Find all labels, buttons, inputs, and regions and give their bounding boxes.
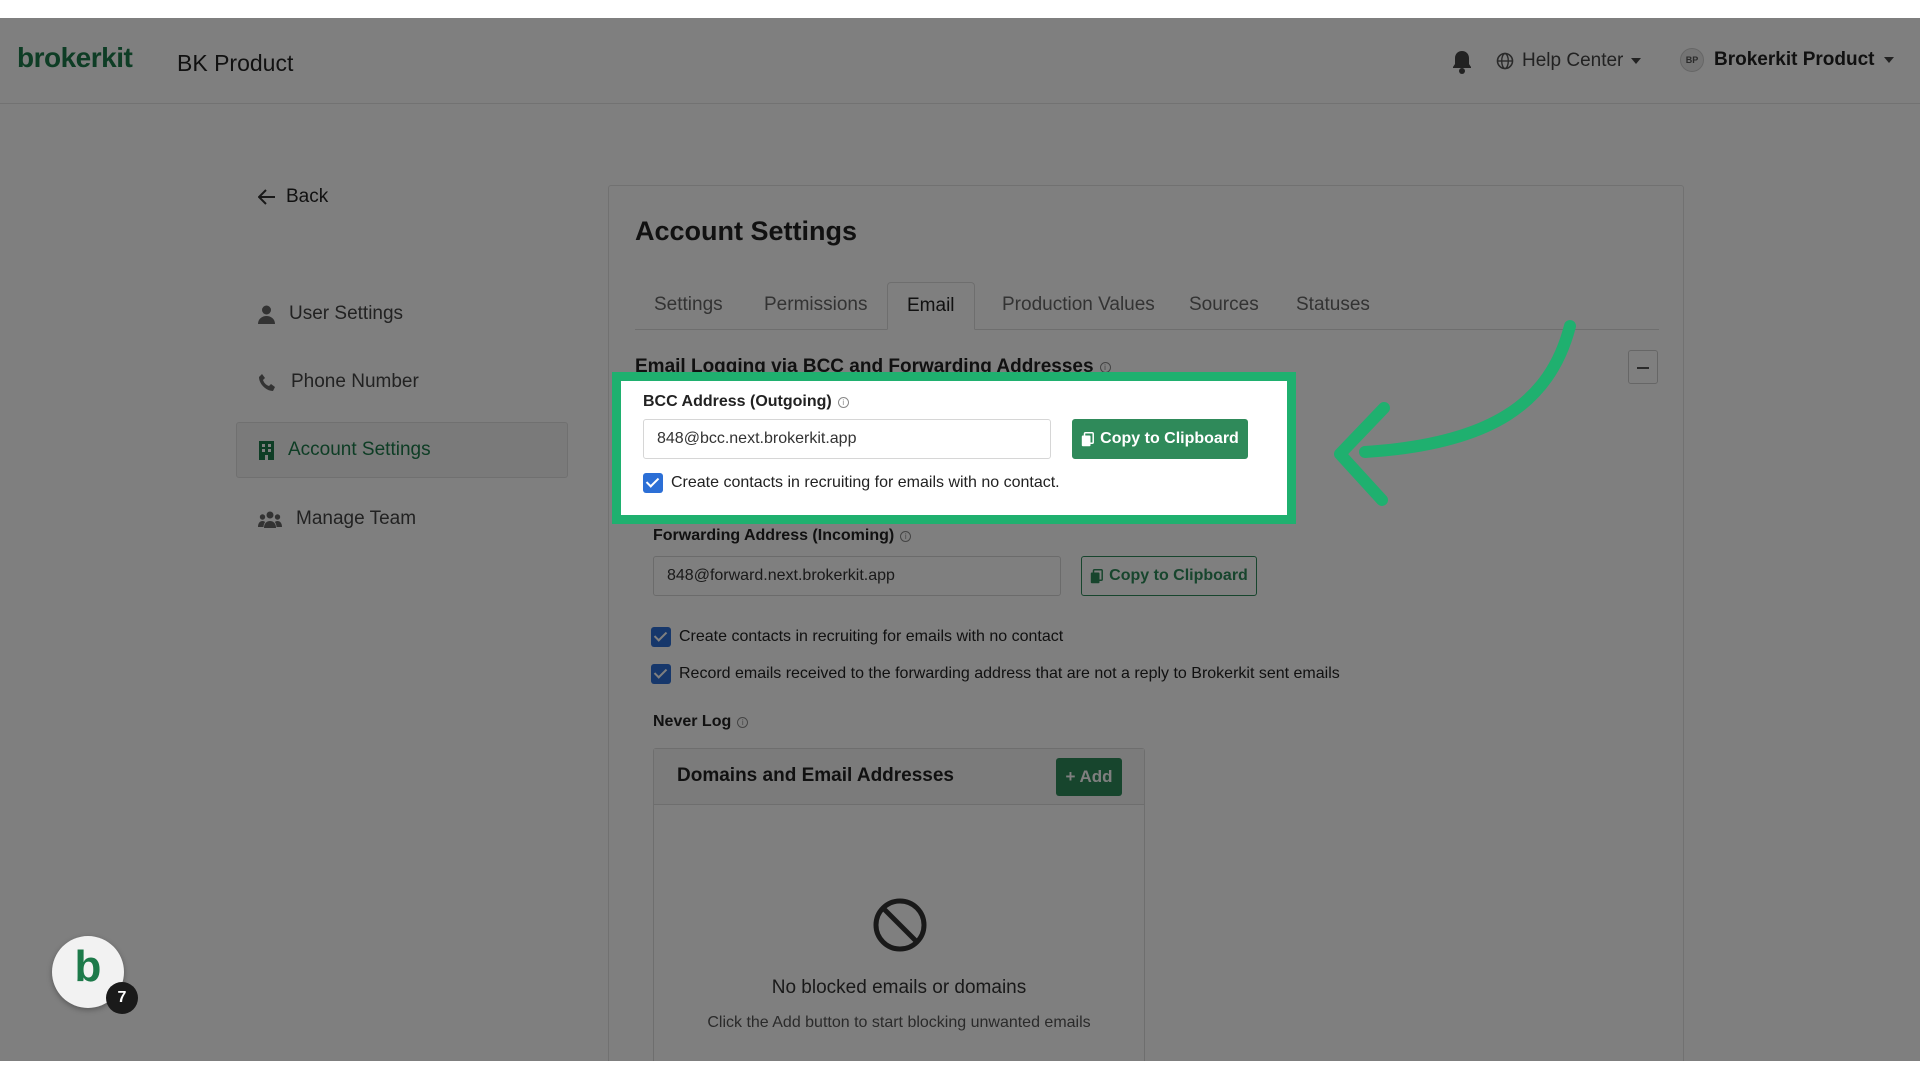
back-link[interactable]: Back: [258, 186, 328, 208]
forwarding-label-text: Forwarding Address (Incoming): [653, 527, 895, 544]
sidebar-item-label: Manage Team: [296, 508, 417, 529]
never-log-label-text: Never Log: [653, 713, 732, 730]
tab-permissions[interactable]: Permissions: [745, 282, 886, 330]
help-center-menu[interactable]: Help Center: [1496, 50, 1642, 72]
forwarding-address-label: Forwarding Address (Incoming) i: [653, 527, 912, 545]
add-button[interactable]: + Add: [1056, 758, 1122, 796]
copy-icon: [1090, 568, 1104, 583]
sidebar-item-manage-team[interactable]: Manage Team: [236, 491, 568, 547]
chevron-down-icon: [1884, 57, 1895, 63]
checkbox-label: Record emails received to the forwarding…: [679, 665, 1340, 682]
copy-label: Copy to Clipboard: [1109, 567, 1248, 584]
copy-label: Copy to Clipboard: [1100, 430, 1239, 447]
building-icon: [259, 440, 274, 460]
phone-icon: [259, 373, 275, 391]
copy-forwarding-button[interactable]: Copy to Clipboard: [1081, 556, 1257, 596]
tab-email[interactable]: Email: [887, 282, 975, 330]
help-center-label: Help Center: [1522, 50, 1624, 71]
user-name: Brokerkit Product: [1714, 49, 1875, 70]
checkbox-label: Create contacts in recruiting for emails…: [679, 628, 1064, 645]
info-icon[interactable]: i: [737, 716, 749, 728]
never-log-label: Never Log i: [653, 713, 749, 731]
copy-icon: [1081, 431, 1095, 446]
product-name: BK Product: [177, 50, 294, 76]
user-icon: [258, 305, 275, 324]
copy-bcc-button[interactable]: Copy to Clipboard: [1072, 419, 1248, 459]
top-navbar: brokerkit BK Product Help Center BP Brok…: [0, 18, 1920, 104]
tab-production-values[interactable]: Production Values: [983, 282, 1174, 330]
panel-title: Domains and Email Addresses: [677, 765, 955, 786]
checkbox[interactable]: [651, 627, 671, 647]
checkbox[interactable]: [651, 664, 671, 684]
back-label: Back: [286, 186, 329, 207]
chevron-down-icon: [1631, 58, 1642, 64]
sidebar-item-account-settings[interactable]: Account Settings: [236, 422, 568, 478]
sidebar-item-phone-number[interactable]: Phone Number: [236, 354, 568, 410]
sidebar-item-label: User Settings: [289, 303, 404, 324]
app-stage: brokerkit BK Product Help Center BP Brok…: [0, 18, 1920, 1061]
empty-state-title: No blocked emails or domains: [771, 977, 1027, 998]
blocked-domains-panel: Domains and Email Addresses + Add No blo…: [653, 748, 1145, 1061]
empty-state-subtitle: Click the Add button to start blocking u…: [707, 1014, 1091, 1031]
sidebar-item-label: Account Settings: [288, 439, 431, 460]
forwarding-address-field[interactable]: [653, 556, 1061, 596]
bell-icon[interactable]: [1450, 49, 1474, 75]
panel-header: Domains and Email Addresses + Add: [654, 749, 1144, 805]
annotation-arrow-icon: [1334, 320, 1576, 506]
ban-icon: [873, 898, 927, 952]
checkbox[interactable]: [643, 473, 663, 493]
sidebar-item-user-settings[interactable]: User Settings: [236, 286, 568, 342]
tab-sources[interactable]: Sources: [1170, 282, 1278, 330]
page-title: Account Settings: [635, 216, 858, 246]
arrow-left-icon: [258, 189, 275, 205]
bcc-address-field[interactable]: [643, 419, 1051, 459]
add-label: Add: [1079, 767, 1113, 786]
info-icon[interactable]: i: [1099, 361, 1111, 373]
collapse-button[interactable]: [1628, 350, 1658, 384]
brand-logo[interactable]: brokerkit: [17, 42, 133, 74]
bcc-highlight-box: BCC Address (Outgoing) i Copy to Clipboa…: [612, 372, 1296, 524]
avatar: BP: [1680, 48, 1704, 72]
bcc-address-label: BCC Address (Outgoing) i: [643, 393, 849, 411]
bcc-label-text: BCC Address (Outgoing): [643, 393, 832, 410]
create-contacts-bcc-checkbox-row[interactable]: Create contacts in recruiting for emails…: [643, 473, 1060, 493]
chat-notification-badge: 7: [106, 982, 138, 1014]
record-emails-checkbox-row[interactable]: Record emails received to the forwarding…: [651, 664, 1340, 684]
globe-icon: [1496, 52, 1514, 70]
user-menu[interactable]: BP Brokerkit Product: [1680, 48, 1895, 72]
info-icon[interactable]: i: [837, 396, 849, 408]
checkbox-label: Create contacts in recruiting for emails…: [671, 474, 1060, 491]
team-icon: [258, 511, 282, 528]
tab-settings[interactable]: Settings: [635, 282, 742, 330]
create-contacts-forwarding-checkbox-row[interactable]: Create contacts in recruiting for emails…: [651, 627, 1063, 647]
info-icon[interactable]: i: [900, 530, 912, 542]
sidebar-item-label: Phone Number: [291, 371, 419, 392]
